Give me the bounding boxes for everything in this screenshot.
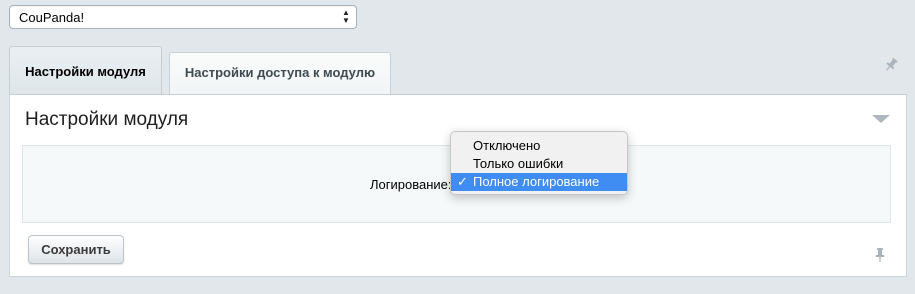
tab-access-settings[interactable]: Настройки доступа к модулю <box>169 52 391 94</box>
tab-access-settings-label: Настройки доступа к модулю <box>184 65 376 80</box>
logging-option-full[interactable]: ✓ Полное логирование <box>451 173 627 191</box>
logging-option-label: Полное логирование <box>473 174 600 189</box>
logging-option-errors-only[interactable]: Только ошибки <box>451 155 627 173</box>
collapse-arrow-icon[interactable] <box>872 115 890 123</box>
tab-module-settings-label: Настройки модуля <box>25 64 146 79</box>
logging-label: Логирование: <box>370 177 452 192</box>
checkmark-icon: ✓ <box>457 174 468 189</box>
logging-option-label: Только ошибки <box>473 156 564 171</box>
module-select[interactable]: CouPanda! ▲ ▼ <box>9 5 357 29</box>
logging-dropdown-menu[interactable]: Отключено Только ошибки ✓ Полное логиров… <box>450 131 628 195</box>
panel-title: Настройки модуля <box>25 109 189 130</box>
save-button[interactable]: Сохранить <box>28 235 124 264</box>
module-select-value: CouPanda! <box>19 10 85 25</box>
tab-module-settings[interactable]: Настройки модуля <box>9 46 162 94</box>
logging-option-label: Отключено <box>473 138 541 153</box>
pin-icon[interactable] <box>883 57 899 73</box>
logging-option-off[interactable]: Отключено <box>451 137 627 155</box>
pin-icon[interactable] <box>874 247 886 263</box>
chevron-updown-icon: ▲ ▼ <box>342 8 350 25</box>
